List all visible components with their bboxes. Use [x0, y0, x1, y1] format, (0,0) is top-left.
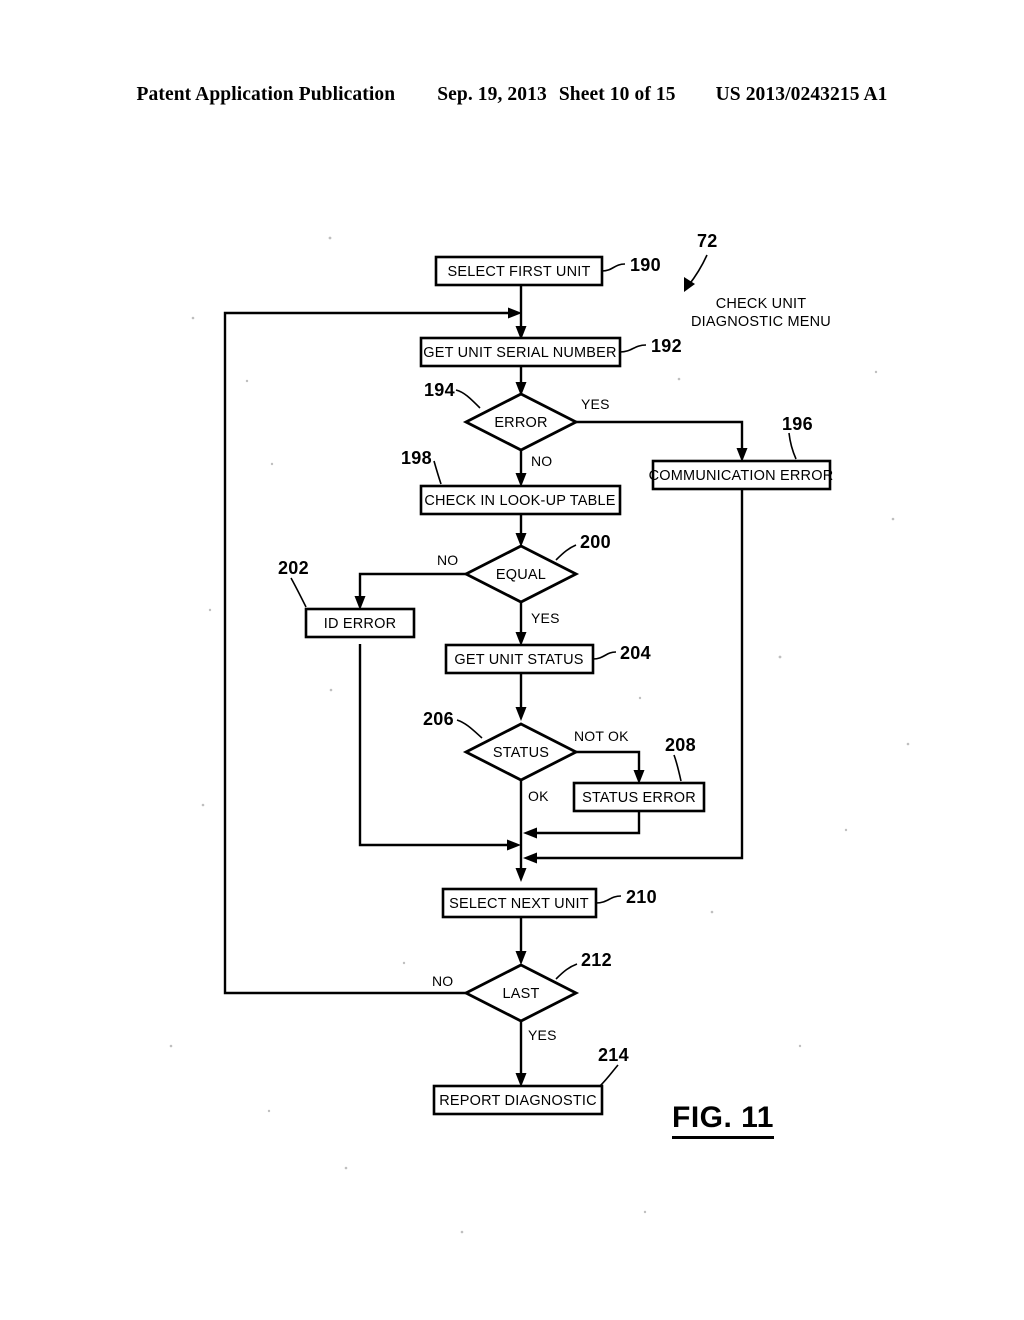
ref-number-212: 212: [581, 950, 612, 970]
leader-line-202: [290, 577, 307, 608]
leader-line-198: [433, 460, 442, 485]
arrowhead-to-status-decision: [515, 707, 527, 721]
node-label: STATUS: [493, 745, 549, 761]
connector-equal-no: [358, 572, 466, 600]
ref-number-208: 208: [665, 735, 696, 755]
node-get-unit-status[interactable]: GET UNIT STATUS 204: [444, 643, 651, 675]
arrowhead-to-select-next-unit: [515, 868, 527, 882]
branch-label-last-yes: YES: [528, 1027, 557, 1043]
ref-number-190: 190: [630, 255, 661, 275]
node-label: CHECK IN LOOK-UP TABLE: [424, 493, 615, 509]
leader-line-214: [599, 1064, 619, 1087]
branch-label-status-not-ok: NOT OK: [574, 728, 629, 744]
node-label: ERROR: [494, 415, 547, 431]
figure-label: FIG. 11: [672, 1101, 774, 1139]
leader-line-212: [555, 963, 578, 980]
annotation-line-1: CHECK UNIT: [716, 296, 807, 312]
node-get-unit-serial-number[interactable]: GET UNIT SERIAL NUMBER 192: [419, 336, 682, 368]
flowchart-diagram: SELECT FIRST UNIT 190 GET UNIT SERIAL NU…: [169, 231, 910, 1234]
ref-number-200: 200: [580, 532, 611, 552]
node-label: EQUAL: [496, 567, 546, 583]
ref-number-192: 192: [651, 336, 682, 356]
figure-annotation-72: 72 CHECK UNIT DIAGNOSTIC MENU: [684, 231, 831, 330]
ref-number-198: 198: [401, 448, 432, 468]
branch-label-error-yes: YES: [581, 396, 610, 412]
node-equal-decision[interactable]: EQUAL 200 NO YES: [437, 532, 611, 626]
annotation-line-2: DIAGNOSTIC MENU: [691, 314, 831, 330]
ref-number-196: 196: [782, 414, 813, 434]
leader-line-190: [601, 263, 626, 272]
arrowhead-to-last: [515, 951, 527, 965]
node-label: STATUS ERROR: [582, 790, 696, 806]
ref-number-214: 214: [598, 1045, 629, 1065]
ref-number-206: 206: [423, 709, 454, 729]
leader-line-192: [619, 344, 647, 353]
connector-status-error-merge: [533, 811, 641, 835]
node-label: GET UNIT SERIAL NUMBER: [423, 345, 616, 361]
leader-line-210: [595, 895, 622, 904]
branch-label-equal-yes: YES: [531, 610, 560, 626]
ref-number-202: 202: [278, 558, 309, 578]
node-label: ID ERROR: [324, 616, 397, 632]
ref-number-194: 194: [424, 380, 455, 400]
branch-label-status-ok: OK: [528, 788, 549, 804]
node-select-first-unit[interactable]: SELECT FIRST UNIT 190: [434, 255, 661, 287]
node-id-error[interactable]: ID ERROR 202: [278, 558, 416, 639]
connector-status-not-ok: [576, 750, 641, 774]
branch-label-last-no: NO: [432, 973, 453, 989]
patent-drawing-page: Patent Application Publication Sep. 19, …: [0, 0, 1024, 1320]
node-check-lookup-table[interactable]: CHECK IN LOOK-UP TABLE 198: [401, 448, 622, 516]
leader-arrow-72: [687, 254, 708, 287]
ref-number-72: 72: [697, 231, 718, 251]
node-report-diagnostic[interactable]: REPORT DIAGNOSTIC 214: [432, 1045, 629, 1116]
node-label: SELECT FIRST UNIT: [447, 264, 590, 280]
leader-line-200: [555, 544, 577, 561]
node-label: LAST: [502, 986, 539, 1002]
arrowhead-id-error-merge: [507, 839, 521, 851]
branch-label-error-no: NO: [531, 453, 552, 469]
node-label: SELECT NEXT UNIT: [449, 896, 589, 912]
node-error-decision[interactable]: ERROR 194 YES NO: [424, 380, 610, 469]
branch-label-equal-no: NO: [437, 552, 458, 568]
ref-number-204: 204: [620, 643, 651, 663]
leader-line-206: [456, 719, 483, 739]
leader-line-204: [592, 651, 617, 660]
leader-line-208: [673, 754, 682, 782]
ref-number-210: 210: [626, 887, 657, 907]
connector-error-yes: [576, 420, 744, 452]
node-label: GET UNIT STATUS: [454, 652, 583, 668]
arrowhead-status-error-merge: [523, 827, 537, 839]
leader-line-196: [788, 432, 797, 460]
node-label: COMMUNICATION ERROR: [649, 468, 834, 484]
node-label: REPORT DIAGNOSTIC: [439, 1093, 597, 1109]
arrowhead-communication-error-merge: [523, 852, 537, 864]
node-select-next-unit[interactable]: SELECT NEXT UNIT 210: [441, 887, 657, 919]
leader-line-194: [455, 389, 481, 409]
connector-lines: [223, 285, 748, 1087]
